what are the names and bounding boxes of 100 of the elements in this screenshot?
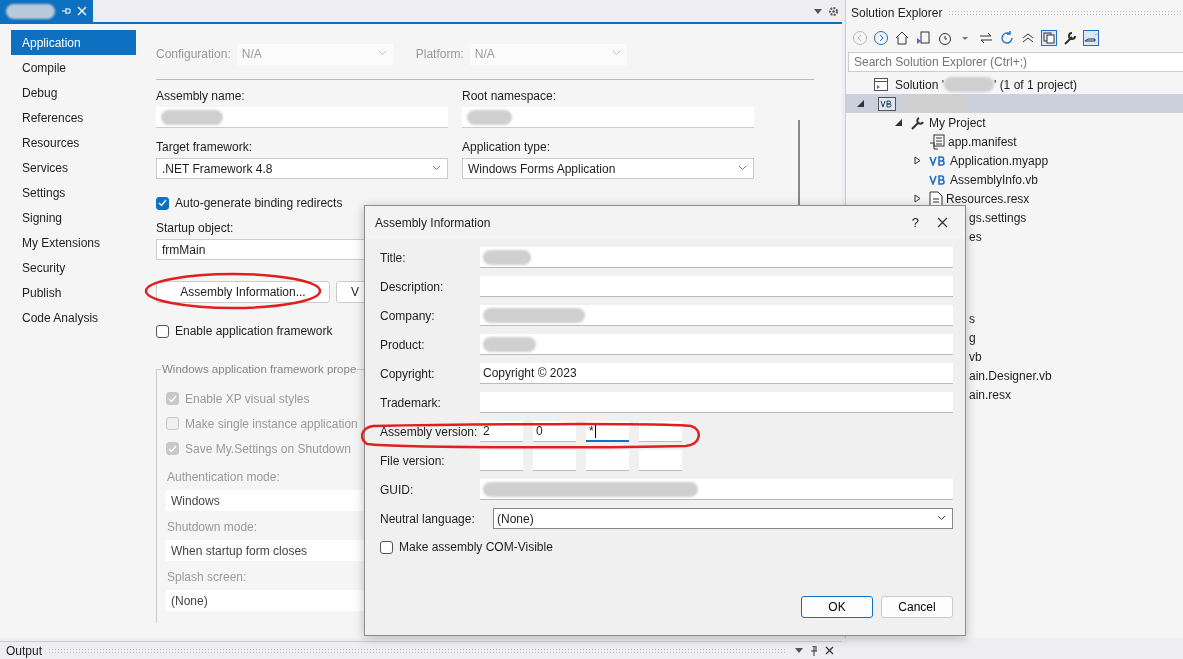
field-label: Neutral language: <box>380 510 476 528</box>
field-label: GUID: <box>380 481 415 499</box>
nav-tab[interactable]: Signing <box>11 205 136 230</box>
dialog-title: Assembly Information <box>375 214 491 232</box>
wrench-icon <box>910 114 926 131</box>
text-field[interactable] <box>480 392 953 413</box>
text-field[interactable]: Copyright © 2023 <box>480 363 953 384</box>
refresh-icon[interactable] <box>999 30 1015 46</box>
settings-icon[interactable] <box>828 5 839 17</box>
version-field[interactable] <box>586 450 629 471</box>
tree-label[interactable]: Application.myapp <box>950 151 1049 170</box>
forward-icon[interactable] <box>873 30 889 46</box>
checkbox-label: Auto-generate binding redirects <box>175 195 343 212</box>
field-label: Product: <box>380 336 426 354</box>
button[interactable]: Cancel <box>881 596 953 618</box>
tree-label[interactable]: My Project <box>929 113 986 132</box>
wrench-icon[interactable] <box>1062 30 1078 46</box>
collapsed-icon[interactable] <box>913 194 921 203</box>
chevron-icon <box>738 165 747 171</box>
document-tab[interactable] <box>0 0 93 22</box>
nav-tab[interactable]: Application <box>11 30 136 55</box>
text-field[interactable] <box>480 479 953 500</box>
field-label: Copyright: <box>380 365 436 383</box>
version-field[interactable] <box>533 450 576 471</box>
sync-icon[interactable] <box>978 30 994 46</box>
field-label: Company: <box>380 307 436 325</box>
combo-box[interactable]: (None) <box>493 508 953 529</box>
button[interactable]: Assembly Information... <box>156 281 330 303</box>
dropdown-icon[interactable] <box>795 648 803 653</box>
vb-file-icon <box>929 155 947 166</box>
redaction-mark <box>6 3 55 19</box>
text-field[interactable] <box>480 305 953 326</box>
pin-icon[interactable] <box>809 645 819 656</box>
button[interactable]: OK <box>801 596 873 618</box>
panel-title: Solution Explorer <box>851 5 943 22</box>
nav-tab[interactable]: Settings <box>11 180 136 205</box>
tree-label[interactable]: es <box>969 227 982 246</box>
text-field[interactable] <box>156 107 448 128</box>
chevron-icon <box>377 49 387 56</box>
field-label: Root namespace: <box>462 89 557 104</box>
nav-tab[interactable]: Resources <box>11 130 136 155</box>
field-label: Startup object: <box>156 221 234 236</box>
nav-tab[interactable]: Code Analysis <box>11 305 136 330</box>
version-field[interactable] <box>480 450 523 471</box>
tree-label: Solution ' <box>895 76 944 94</box>
nav-tab[interactable]: Compile <box>11 55 136 80</box>
tree-label[interactable]: gs.settings <box>969 208 1027 227</box>
nav-tab[interactable]: Security <box>11 255 136 280</box>
nav-tab[interactable]: References <box>11 105 136 130</box>
close-icon[interactable] <box>937 217 948 228</box>
field-label: Shutdown mode: <box>167 520 258 535</box>
field-label: Platform: <box>415 46 464 63</box>
redaction-mark <box>161 109 223 125</box>
check-icon <box>158 199 167 207</box>
field-label: File version: <box>380 452 446 470</box>
checkbox-label: Enable application framework <box>175 323 333 340</box>
close-icon[interactable] <box>825 646 834 655</box>
panel-title: Output <box>6 642 43 659</box>
text-field[interactable] <box>480 247 953 268</box>
document-icon[interactable] <box>915 30 931 46</box>
nav-tab[interactable]: Publish <box>11 280 136 305</box>
checkbox[interactable] <box>156 324 169 338</box>
expanded-icon[interactable] <box>856 100 864 107</box>
tree-label: ' (1 of 1 project) <box>994 76 1077 94</box>
text-field[interactable] <box>480 334 953 355</box>
help-button[interactable]: ? <box>911 212 919 233</box>
tree-label[interactable]: AssemblyInfo.vb <box>950 170 1039 189</box>
tree-label[interactable]: app.manifest <box>948 132 1017 151</box>
search-field[interactable]: Search Solution Explorer (Ctrl+;) <box>848 52 1183 72</box>
field-label: Description: <box>380 278 445 296</box>
dropdown-icon[interactable] <box>814 8 822 14</box>
text-field[interactable] <box>462 107 754 128</box>
home-icon[interactable] <box>894 30 910 46</box>
version-field[interactable] <box>639 450 682 471</box>
copy-icon[interactable] <box>1041 30 1057 46</box>
checkbox[interactable] <box>156 196 169 210</box>
tree-label[interactable]: Resources.resx <box>946 189 1030 208</box>
checkbox-label: Make assembly COM-Visible <box>399 539 553 556</box>
checkbox[interactable] <box>380 540 393 554</box>
tree-label[interactable]: g <box>969 328 976 347</box>
version-field[interactable]: 0 <box>533 421 576 442</box>
tree-label[interactable]: s <box>969 309 975 328</box>
expanded-icon[interactable] <box>894 119 902 126</box>
nav-tab[interactable]: Services <box>11 155 136 180</box>
pin-icon[interactable] <box>61 6 71 16</box>
redaction-mark <box>483 249 531 265</box>
collapsed-icon[interactable] <box>913 156 921 165</box>
field-label: Trademark: <box>380 394 442 412</box>
history-icon[interactable] <box>936 30 952 46</box>
tree-label[interactable]: ain.Designer.vb <box>969 366 1052 385</box>
combo-box[interactable]: Windows Forms Application <box>462 158 754 179</box>
redaction-mark <box>483 336 536 352</box>
nav-tab[interactable]: Debug <box>11 80 136 105</box>
text-field[interactable] <box>480 276 953 297</box>
chevron-icon <box>611 49 621 56</box>
tree-label[interactable]: ain.resx <box>969 385 1012 404</box>
tree-label[interactable]: vb <box>969 347 982 366</box>
checkbox-label: Make single instance application <box>185 415 358 433</box>
combo-box[interactable]: .NET Framework 4.8 <box>156 158 448 179</box>
nav-tab[interactable]: My Extensions <box>11 230 136 255</box>
